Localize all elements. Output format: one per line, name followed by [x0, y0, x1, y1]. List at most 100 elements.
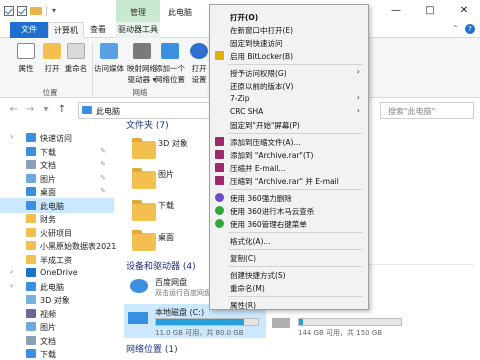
close-button[interactable]: ✕ — [452, 0, 476, 22]
context-menu-item[interactable]: 固定到快速访问 — [210, 36, 368, 49]
folders-section-header[interactable]: 文件夹 (7) — [126, 118, 169, 131]
context-menu-item[interactable]: 创建快捷方式(S) — [210, 268, 368, 281]
desktop-icon — [26, 187, 36, 196]
address-path: 此电脑 — [96, 107, 120, 116]
context-menu-item-label: 启用 BitLocker(B) — [230, 52, 294, 61]
back-button[interactable]: ← — [8, 104, 20, 116]
star-icon — [26, 133, 36, 142]
context-menu-item[interactable]: 在新窗口中打开(E) — [210, 23, 368, 36]
winrar-icon — [215, 150, 224, 159]
360-delete-icon — [215, 193, 224, 202]
properties-icon — [17, 43, 35, 59]
document-icon — [26, 335, 36, 345]
open-settings-button[interactable]: 打开 设置 — [188, 43, 210, 85]
d-disk-usage-fill — [299, 319, 304, 325]
folder-icon — [26, 254, 36, 264]
context-tab-group-manage: 管理 — [116, 0, 160, 22]
folder-desktop-label[interactable]: 桌面 — [158, 232, 174, 243]
rename-button[interactable]: 重命名 — [64, 43, 88, 74]
context-menu-item[interactable]: 启用 BitLocker(B) — [210, 49, 368, 62]
context-menu-item[interactable]: 压缩并 E-mail... — [210, 161, 368, 174]
devices-section-header[interactable]: 设备和驱动器 (4) — [126, 259, 196, 272]
baidu-netdisk-name[interactable]: 百度网盘 — [155, 277, 187, 288]
sidebar-item-label: 火研项目 — [40, 228, 72, 238]
context-menu-item-label: 固定到快速访问 — [230, 39, 283, 48]
context-menu-item[interactable]: 属性(R) — [210, 298, 368, 311]
folder-downloads-label[interactable]: 下载 — [158, 200, 174, 211]
context-menu-item[interactable]: 7-Zip › — [210, 92, 368, 105]
maximize-button[interactable]: □ — [418, 0, 442, 22]
context-menu-item[interactable]: 使用 360管理右键菜单 — [210, 217, 368, 230]
context-tab-group-label: 管理 — [130, 8, 146, 17]
context-menu-item[interactable]: 复制(C) — [210, 251, 368, 264]
context-menu-item-label: 格式化(A)... — [230, 237, 271, 246]
context-menu-item[interactable]: 添加到压缩文件(A)... — [210, 135, 368, 148]
group-label-network: 网络 — [132, 88, 148, 97]
network-section-header[interactable]: 网络位置 (1) — [126, 342, 178, 355]
context-menu-item[interactable]: 使用 360强力删除 — [210, 191, 368, 204]
folder-pictures-label[interactable]: 图片 — [158, 169, 174, 180]
context-menu-item[interactable]: 使用 360进行木马云查杀 — [210, 204, 368, 217]
menu-separator — [228, 249, 362, 250]
local-disk-c-free: 11.0 GB 可用，共 80.0 GB — [155, 329, 244, 337]
context-menu-item[interactable]: 还原以前的版本(V) — [210, 79, 368, 92]
pc-icon — [26, 200, 36, 210]
pictures-icon — [26, 322, 36, 331]
menu-separator — [228, 296, 362, 297]
tab-file[interactable]: 文件 — [10, 22, 48, 38]
context-menu-item[interactable]: 压缩到 "Archive.rar" 并 E-mail — [210, 174, 368, 187]
recent-locations-button[interactable]: ▾ — [40, 104, 52, 116]
chevron-right-icon[interactable]: › — [10, 132, 13, 141]
context-menu-item[interactable]: CRC SHA › — [210, 105, 368, 118]
context-menu-item-label: 复制(C) — [230, 254, 257, 263]
context-menu-item[interactable]: 授予访问权限(G) › — [210, 66, 368, 79]
windows-drive-icon — [128, 312, 148, 324]
chevron-right-icon[interactable]: › — [10, 281, 13, 290]
qat-dropdown-icon[interactable]: ▾ — [52, 6, 60, 16]
menu-separator — [228, 232, 362, 233]
sidebar-item[interactable]: 下载 — [0, 346, 114, 360]
context-menu-item[interactable]: 固定到"开始"屏幕(P) — [210, 118, 368, 131]
add-network-location-button[interactable]: 添加一个 网络位置 — [152, 43, 188, 85]
pin-icon: ✎ — [100, 146, 106, 155]
access-media-button[interactable]: 访问媒体 — [92, 43, 126, 74]
folder-icon — [26, 241, 36, 250]
sidebar-item-label: 3D 对象 — [40, 296, 70, 305]
submenu-arrow-icon: › — [356, 106, 360, 115]
context-menu-item-label: 7-Zip — [230, 94, 250, 103]
minimize-button[interactable]: — — [384, 0, 408, 22]
pc-icon — [26, 281, 36, 291]
tab-drive-tools[interactable]: 驱动器工具 — [116, 22, 160, 38]
properties-button[interactable]: 属性 — [14, 43, 38, 74]
add-location-label-1: 添加一个 — [155, 64, 185, 73]
pc-icon — [82, 106, 92, 114]
cube-icon — [26, 295, 36, 304]
context-menu-item-label: 使用 360进行木马云查杀 — [230, 207, 315, 216]
baidu-cloud-icon — [130, 279, 148, 293]
context-menu-item[interactable]: 添加到 "Archive.rar"(T) — [210, 148, 368, 161]
context-menu-item[interactable]: 重命名(M) — [210, 281, 368, 294]
sidebar-item-label: 下载 — [40, 350, 56, 359]
folder-3d-objects-label[interactable]: 3D 对象 — [158, 138, 188, 149]
context-menu-item[interactable]: 打开(O) — [210, 10, 368, 23]
sidebar-item-label: 小黑原始数据表2021 — [40, 242, 117, 251]
context-menu-item[interactable]: 格式化(A)... — [210, 234, 368, 247]
forward-button[interactable]: → — [24, 104, 36, 116]
qat-new-folder-icon[interactable] — [30, 7, 42, 15]
tab-view[interactable]: 查看 — [86, 22, 110, 38]
chevron-right-icon[interactable]: › — [10, 267, 13, 276]
up-button[interactable]: ↑ — [56, 104, 68, 116]
baidu-netdisk-sub: 双击运行百度网盘 — [155, 289, 211, 297]
open-button[interactable]: 打开 — [40, 43, 64, 74]
ribbon-collapse-icon[interactable]: ⌃ — [452, 24, 462, 34]
d-disk-usage-bar — [298, 318, 402, 326]
context-menu-item-label: 压缩并 E-mail... — [230, 164, 286, 173]
qat-properties-icon[interactable] — [4, 6, 14, 16]
search-placeholder: 搜索"此电脑" — [388, 107, 436, 116]
folder-icon — [132, 168, 156, 189]
network-drive-icon — [133, 43, 151, 59]
help-icon[interactable]: ? — [465, 24, 475, 34]
context-menu-item-label: CRC SHA — [230, 107, 264, 116]
tab-computer[interactable]: 计算机 — [48, 22, 84, 39]
qat-checkbox-icon[interactable] — [17, 6, 27, 16]
